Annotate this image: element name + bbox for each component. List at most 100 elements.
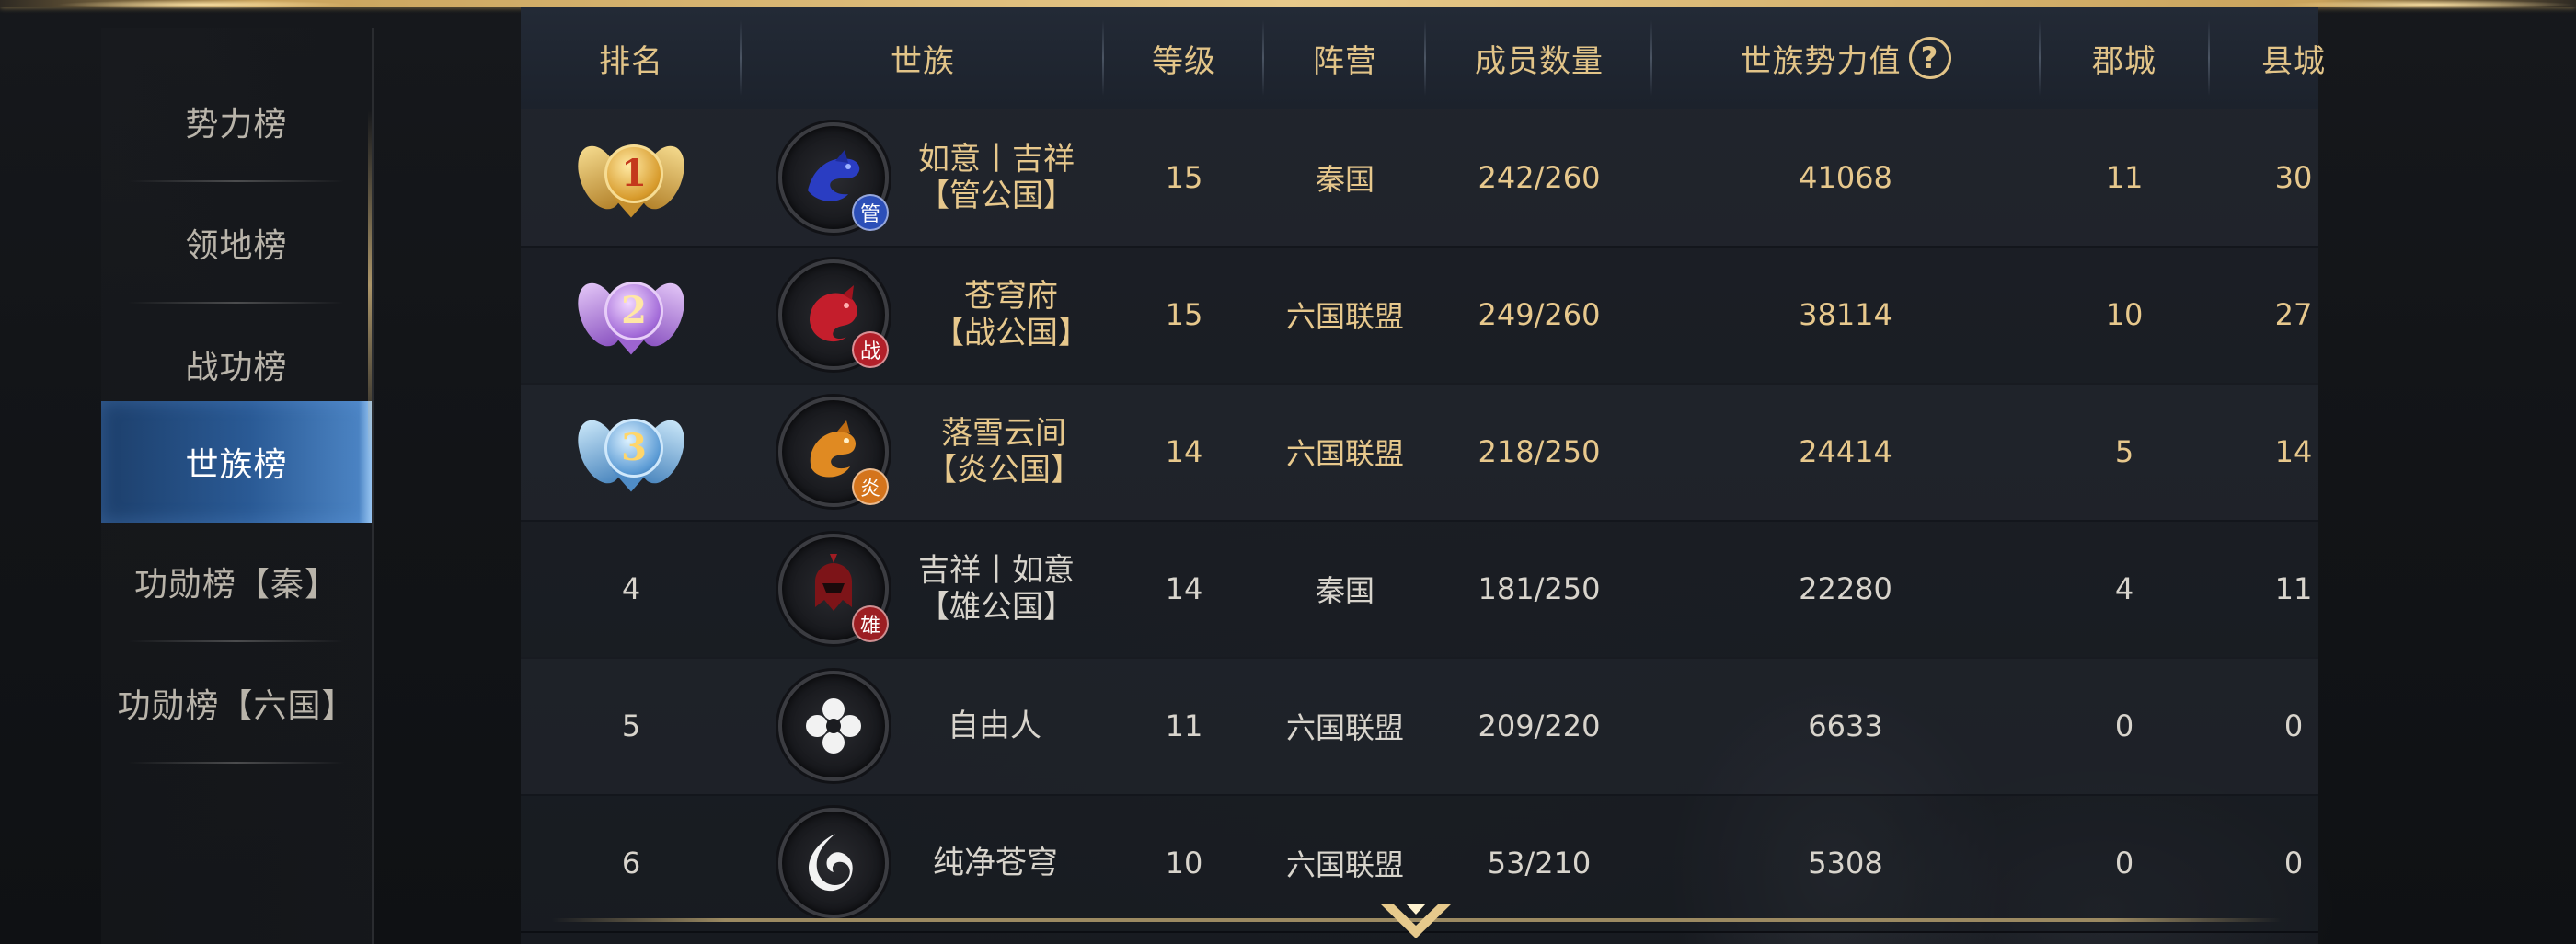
- members-cell: 209/220: [1478, 708, 1601, 743]
- header-power-label: 世族势力值: [1740, 42, 1902, 80]
- sidebar-item-label: 势力榜: [185, 106, 288, 144]
- clan-cell: 炎 落雪云间 【炎公国】: [742, 383, 1104, 520]
- members-cell: 249/260: [1478, 296, 1601, 332]
- header-clan: 世族: [891, 42, 955, 80]
- clan-badge: 管: [852, 193, 889, 231]
- sidebar-item-power-ranking[interactable]: 势力榜: [101, 61, 372, 182]
- level-cell: 14: [1165, 570, 1203, 606]
- header-level: 等级: [1152, 42, 1216, 80]
- county-cell: 27: [2274, 296, 2313, 332]
- clan-cell: 自由人: [742, 657, 1104, 794]
- power-cell: 6633: [1808, 708, 1883, 743]
- blue-medal-icon: 3: [569, 406, 693, 498]
- county-cell: 0: [2283, 708, 2304, 743]
- clan-name: 自由人: [948, 707, 1041, 744]
- county-cell: 11: [2274, 570, 2313, 606]
- faction-cell: 六国联盟: [1285, 435, 1404, 471]
- county-cell: 14: [2274, 433, 2313, 469]
- sidebar-item-label: 功勋榜【秦】: [133, 566, 339, 604]
- clan-name: 如意丨吉祥 【管公国】: [918, 140, 1075, 214]
- clan-badge: 炎: [852, 467, 889, 505]
- rank-cell: 1: [521, 109, 742, 246]
- clan-cell: 雄 吉祥丨如意 【雄公国】: [742, 520, 1104, 657]
- table-row[interactable]: 5 自由人 11 六国联盟 209/220 6633 0 0: [521, 657, 2318, 796]
- level-cell: 15: [1165, 159, 1203, 195]
- rank-cell: 5: [621, 708, 641, 743]
- county-cell: 30: [2274, 159, 2313, 195]
- sidebar-item-label: 功勋榜【六国】: [117, 687, 356, 725]
- sidebar-item-territory-ranking[interactable]: 领地榜: [101, 182, 372, 304]
- header-power: 世族势力值 ?: [1652, 7, 2039, 109]
- table-row[interactable]: 1 管 如意丨吉祥 【管公国】 15 秦国 242/260 41068 11 3…: [521, 109, 2318, 248]
- county-cell: 0: [2283, 845, 2304, 881]
- gold-medal-icon: 1: [569, 132, 693, 224]
- sidebar-item-label: 世族榜: [185, 446, 288, 484]
- rank-cell: 6: [621, 845, 641, 881]
- sidebar-item-honor-ranking-qin[interactable]: 功勋榜【秦】: [101, 521, 372, 642]
- chevron-down-icon[interactable]: [1374, 898, 1457, 944]
- divider: [129, 762, 344, 764]
- white-flower-emblem-icon: [778, 670, 889, 781]
- red-beast-emblem-icon: 战: [778, 259, 889, 370]
- level-cell: 10: [1165, 845, 1203, 881]
- members-cell: 181/250: [1478, 570, 1601, 606]
- clan-badge: 战: [852, 330, 889, 368]
- header-county: 县城: [2261, 42, 2326, 80]
- clan-badge: 雄: [852, 604, 889, 642]
- level-cell: 11: [1165, 708, 1203, 743]
- header-commandery: 郡城: [2092, 42, 2156, 80]
- faction-cell: 六国联盟: [1285, 298, 1404, 334]
- commandery-cell: 11: [2105, 159, 2144, 195]
- commandery-cell: 0: [2114, 708, 2134, 743]
- header-faction: 阵营: [1313, 42, 1377, 80]
- sidebar-item-honor-ranking-six-states[interactable]: 功勋榜【六国】: [101, 642, 372, 764]
- purple-medal-icon: 2: [569, 269, 693, 361]
- clan-name: 苍穹府 【战公国】: [933, 277, 1089, 351]
- clan-cell: 纯净苍穹: [742, 794, 1104, 931]
- members-cell: 53/210: [1487, 845, 1592, 881]
- members-cell: 218/250: [1478, 433, 1601, 469]
- clan-ranking-table: 排名 世族 等级 阵营 成员数量 世族势力值 ? 郡城 县城 1 管 如意丨吉祥…: [521, 7, 2361, 944]
- sidebar-item-label: 领地榜: [185, 227, 288, 265]
- commandery-cell: 4: [2114, 570, 2134, 606]
- rank-cell: 3: [521, 383, 742, 520]
- sidebar-edge-glow: [368, 110, 372, 460]
- white-swirl-emblem-icon: [778, 807, 889, 918]
- power-cell: 22280: [1799, 570, 1892, 606]
- table-header: 排名 世族 等级 阵营 成员数量 世族势力值 ? 郡城 县城: [521, 7, 2325, 109]
- power-cell: 24414: [1799, 433, 1892, 469]
- table-row[interactable]: 2 战 苍穹府 【战公国】 15 六国联盟 249/260 38114 10 2…: [521, 246, 2318, 385]
- clan-cell: 战 苍穹府 【战公国】: [742, 246, 1104, 383]
- power-cell: 41068: [1799, 159, 1892, 195]
- question-circle-icon[interactable]: ?: [1908, 37, 1951, 79]
- table-row[interactable]: 3 炎 落雪云间 【炎公国】 14 六国联盟 218/250 24414 5 1…: [521, 383, 2318, 522]
- ranking-screen: 势力榜 领地榜 战功榜 世族榜 功勋榜【秦】 功勋榜【六国】 排名 世族 等级 …: [0, 0, 2576, 944]
- top-glow-left: [55, 0, 350, 9]
- faction-cell: 秦国: [1315, 161, 1374, 197]
- faction-cell: 六国联盟: [1285, 709, 1404, 745]
- header-rank: 排名: [599, 42, 663, 80]
- commandery-cell: 5: [2114, 433, 2134, 469]
- level-cell: 14: [1165, 433, 1203, 469]
- sidebar-item-label: 战功榜: [185, 349, 288, 386]
- commandery-cell: 10: [2105, 296, 2144, 332]
- ranking-sidebar: 势力榜 领地榜 战功榜 世族榜 功勋榜【秦】 功勋榜【六国】: [101, 28, 374, 944]
- rank-cell: 2: [521, 246, 742, 383]
- power-cell: 5308: [1808, 845, 1883, 881]
- rank-cell: 4: [621, 570, 641, 606]
- clan-cell: 管 如意丨吉祥 【管公国】: [742, 109, 1104, 246]
- blue-dragon-emblem-icon: 管: [778, 121, 889, 233]
- clan-name: 纯净苍穹: [933, 844, 1058, 881]
- sidebar-item-clan-ranking[interactable]: 世族榜: [101, 401, 372, 523]
- red-knight-emblem-icon: 雄: [778, 533, 889, 644]
- header-members: 成员数量: [1475, 42, 1604, 80]
- table-row[interactable]: 4 雄 吉祥丨如意 【雄公国】 14 秦国 181/250 22280 4 11: [521, 520, 2318, 659]
- power-cell: 38114: [1799, 296, 1892, 332]
- faction-cell: 秦国: [1315, 572, 1374, 608]
- level-cell: 15: [1165, 296, 1203, 332]
- orange-dragon-emblem-icon: 炎: [778, 396, 889, 507]
- clan-name: 吉祥丨如意 【雄公国】: [918, 551, 1075, 626]
- clan-name: 落雪云间 【炎公国】: [926, 414, 1082, 489]
- commandery-cell: 0: [2114, 845, 2134, 881]
- members-cell: 242/260: [1478, 159, 1601, 195]
